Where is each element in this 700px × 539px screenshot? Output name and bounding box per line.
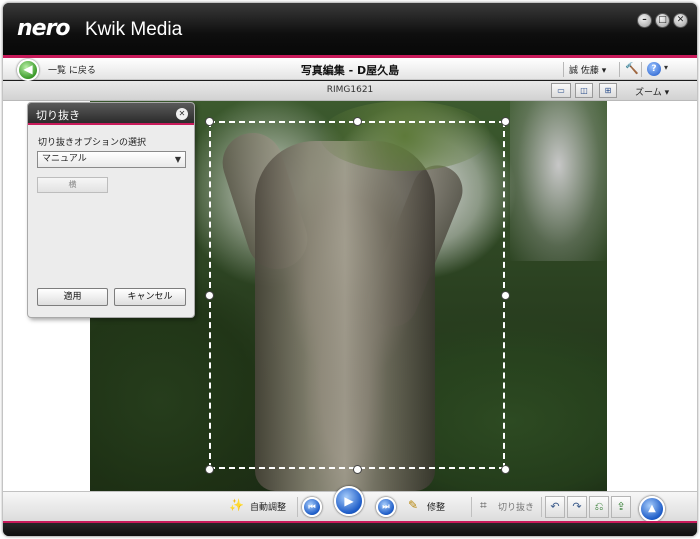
crop-handle[interactable] [501, 291, 510, 300]
rotate-left-icon[interactable]: ↶ [545, 496, 565, 518]
maximize-button[interactable]: □ [655, 13, 670, 28]
app-title: Kwik Media [85, 19, 183, 40]
retouch-brush-icon[interactable]: ✎ [408, 498, 418, 512]
close-button[interactable]: ✕ [673, 13, 688, 28]
upload-arrow-icon[interactable]: ▲ [639, 496, 665, 522]
toolbar-divider [541, 497, 542, 517]
crop-panel: 切り抜き ✕ 切り抜きオプションの選択 マニュアル ▼ 横 適用 キャンセル [27, 102, 195, 318]
rotate-right-icon[interactable]: ↷ [567, 496, 587, 518]
toolbar-divider [297, 497, 298, 517]
nav-divider [641, 62, 642, 77]
chevron-down-icon: ▼ [174, 155, 181, 164]
title-bar: nero Kwik Media – □ ✕ [3, 3, 697, 55]
crop-handle[interactable] [205, 291, 214, 300]
nav-divider [619, 62, 620, 77]
photo-sky [510, 101, 607, 261]
nav-bar: ◀ 一覧 に戻る 写真編集 - D屋久島 誠 佐藤 ▾ 🔨 ? ▾ [3, 58, 697, 81]
previous-icon[interactable]: ⏮ [302, 497, 322, 517]
undo-icon[interactable]: ⎌ [589, 496, 609, 518]
close-icon[interactable]: ✕ [176, 108, 188, 120]
auto-adjust-button[interactable]: 自動調整 [250, 500, 286, 513]
app-window: nero Kwik Media – □ ✕ ◀ 一覧 に戻る 写真編集 - D屋… [3, 3, 697, 536]
crop-handle[interactable] [353, 465, 362, 474]
chevron-down-icon[interactable]: ▾ [664, 63, 668, 72]
crop-handle[interactable] [501, 117, 510, 126]
user-name: 誠 佐藤 [569, 66, 599, 76]
image-info-bar: RIMG1621 ▭ ◫ ⊞ ズーム ▾ [3, 81, 697, 101]
fit-view-icon[interactable]: ⊞ [599, 83, 617, 98]
user-menu[interactable]: 誠 佐藤 ▾ [569, 63, 606, 76]
crop-handle[interactable] [205, 465, 214, 474]
play-icon[interactable]: ▶ [334, 486, 364, 516]
crop-selection[interactable] [209, 121, 505, 469]
bottom-toolbar: ✨ 自動調整 ⏮ ▶ ⏭ ✎ 修整 ⌗ 切り抜き ↶ ↷ ⎌ ⇪ ▲ [3, 486, 697, 522]
apply-button[interactable]: 適用 [37, 288, 108, 306]
crop-icon[interactable]: ⌗ [480, 498, 487, 513]
export-icon[interactable]: ⇪ [611, 496, 631, 518]
compare-view-icon[interactable]: ◫ [575, 83, 593, 98]
crop-panel-title: 切り抜き [36, 109, 80, 122]
toolbar-divider [471, 497, 472, 517]
crop-handle[interactable] [205, 117, 214, 126]
crop-panel-header: 切り抜き ✕ [28, 103, 194, 125]
crop-option-label: 切り抜きオプションの選択 [38, 138, 147, 148]
help-icon[interactable]: ? [647, 62, 661, 76]
status-bar [3, 521, 697, 536]
crop-handle[interactable] [501, 465, 510, 474]
zoom-dropdown[interactable]: ズーム ▾ [635, 85, 669, 98]
chevron-down-icon: ▾ [601, 66, 607, 76]
crop-option-select[interactable]: マニュアル ▼ [37, 151, 186, 168]
crop-button[interactable]: 切り抜き [498, 500, 534, 513]
magic-wand-icon[interactable]: ✨ [229, 498, 244, 512]
crop-handle[interactable] [353, 117, 362, 126]
single-view-icon[interactable]: ▭ [551, 83, 571, 98]
retouch-button[interactable]: 修整 [427, 500, 445, 513]
minimize-button[interactable]: – [637, 13, 652, 28]
accent-line [3, 521, 697, 523]
nero-logo: nero [17, 16, 71, 41]
hammer-icon[interactable]: 🔨 [625, 62, 639, 75]
crop-option-value: マニュアル [42, 154, 87, 164]
next-icon[interactable]: ⏭ [376, 497, 396, 517]
nav-divider [563, 62, 564, 77]
orientation-button[interactable]: 横 [37, 177, 108, 193]
cancel-button[interactable]: キャンセル [114, 288, 186, 306]
